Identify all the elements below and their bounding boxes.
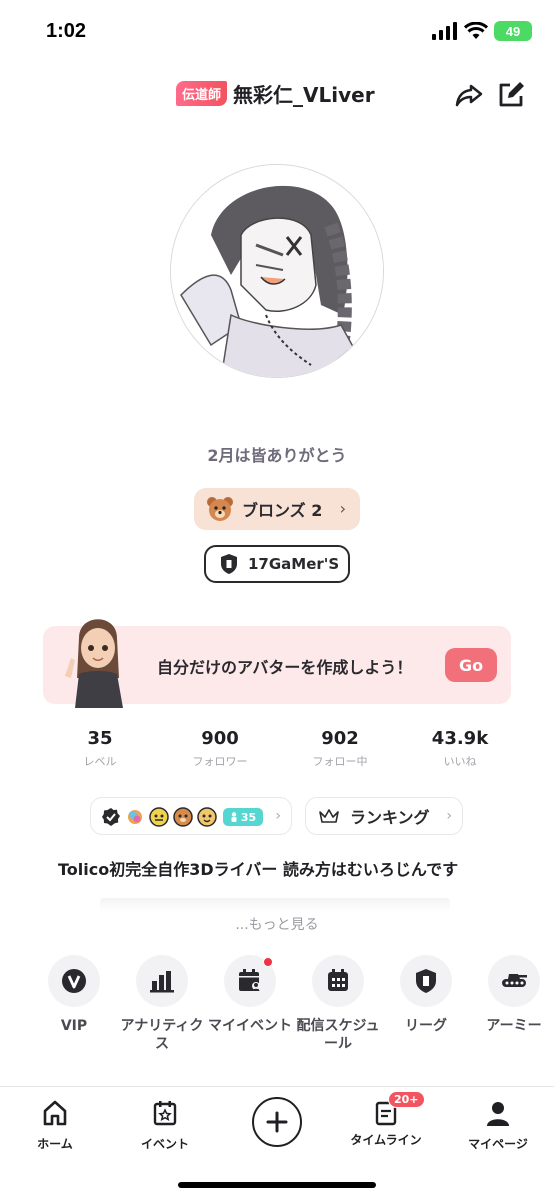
menu-item-analytics[interactable]: アナリティクス: [116, 955, 208, 1053]
menu-label: アーミー: [486, 1018, 542, 1034]
stat-label: レベル: [83, 755, 117, 768]
person-icon: [487, 1102, 509, 1126]
tab-label: タイムライン: [350, 1133, 422, 1147]
tab-label: ホーム: [37, 1137, 73, 1151]
signal-icon: [432, 22, 457, 40]
profile-tagline: 2月は皆ありがとう: [207, 446, 347, 465]
share-icon[interactable]: [454, 80, 484, 110]
stats-row: 35 レベル 900 フォロワー 902 フォロー中 43.9k いいね: [40, 728, 520, 769]
username: 無彩仁_VLiver: [233, 83, 375, 107]
stat-value: 43.9k: [431, 728, 489, 749]
event-icon: [153, 1101, 177, 1126]
chevron-right-icon: ›: [446, 808, 452, 824]
army-label: 17GaMer'S: [248, 555, 340, 573]
stat-label: フォロワー: [192, 755, 248, 768]
status-time: 1:02: [46, 20, 87, 42]
menu-item-my-event[interactable]: マイイベント: [204, 955, 296, 1035]
timeline-count-badge: 20+: [388, 1091, 425, 1108]
medal-icon: [149, 807, 169, 827]
profile-avatar[interactable]: [170, 164, 384, 378]
status-bar: 1:02 49: [0, 0, 554, 64]
wifi-icon: [464, 22, 488, 39]
analytics-icon: [136, 955, 188, 1007]
tab-label: イベント: [140, 1137, 189, 1151]
status-icons: 49: [432, 21, 532, 41]
stat-label: いいね: [443, 755, 477, 768]
avatar-character-icon: [65, 619, 123, 708]
color-drop-icon: [128, 810, 142, 824]
shield-icon: [221, 554, 237, 574]
rank-button[interactable]: ブロンズ 2 ›: [194, 488, 360, 530]
menu-label: リーグ: [405, 1018, 447, 1034]
profile-bio: Tolico初完全自作3Dライバー 読み方はむいろじんです: [58, 860, 459, 879]
tab-event[interactable]: イベント: [115, 1099, 215, 1152]
vip-icon: [48, 955, 100, 1007]
army-icon: [488, 955, 540, 1007]
chevron-right-icon: ›: [339, 499, 346, 518]
profile-header: 伝道師 無彩仁_VLiver: [0, 74, 554, 114]
cat-medal-icon: [197, 807, 217, 827]
stat-label: フォロー中: [312, 755, 368, 768]
stat-value: 900: [201, 728, 239, 749]
crown-icon: [319, 809, 339, 823]
guide-badge: 伝道師: [176, 81, 228, 106]
menu-label: アナリティクス: [120, 1018, 204, 1052]
feature-menu: VIP アナリティクス マイイベント 配信スケジュール リーグ アーミー: [28, 955, 554, 1065]
chevron-right-icon: ›: [275, 808, 281, 824]
menu-label: マイイベント: [208, 1018, 292, 1034]
bio-fade: [100, 898, 450, 912]
plus-icon: [266, 1111, 288, 1133]
rank-label: ブロンズ 2: [242, 501, 323, 520]
banner-text: 自分だけのアバターを作成しよう！: [157, 658, 413, 677]
menu-item-army[interactable]: アーミー: [468, 955, 554, 1035]
stat-followers[interactable]: 900 フォロワー: [160, 728, 280, 769]
ranking-button[interactable]: ランキング ›: [305, 797, 463, 835]
level-figure-icon: [231, 812, 237, 822]
my-event-icon: [224, 955, 276, 1007]
header-title: 伝道師 無彩仁_VLiver: [176, 79, 375, 108]
league-icon: [400, 955, 452, 1007]
stat-following[interactable]: 902 フォロー中: [280, 728, 400, 769]
level-badge: 35: [223, 808, 263, 826]
avatar-illustration: [171, 165, 383, 377]
ranking-label: ランキング: [350, 808, 430, 827]
edit-icon[interactable]: [496, 80, 526, 110]
notification-dot: [263, 957, 273, 967]
menu-item-vip[interactable]: VIP: [28, 955, 120, 1035]
tab-timeline[interactable]: 20+ タイムライン: [336, 1091, 436, 1148]
home-icon: [43, 1100, 67, 1126]
avatar-banner[interactable]: 自分だけのアバターを作成しよう！ Go: [43, 619, 511, 708]
tab-label: マイページ: [468, 1137, 528, 1151]
go-button[interactable]: Go: [445, 648, 497, 682]
show-more-link[interactable]: ...もっと見る: [0, 914, 554, 934]
verified-badge-icon: [102, 808, 120, 826]
bear-medal-icon: [173, 807, 193, 827]
menu-item-schedule[interactable]: 配信スケジュール: [292, 955, 384, 1053]
tab-home[interactable]: ホーム: [5, 1099, 105, 1152]
home-indicator: [178, 1182, 376, 1188]
badges-button[interactable]: 35 ›: [90, 797, 292, 835]
stat-likes[interactable]: 43.9k いいね: [400, 728, 520, 769]
menu-label: 配信スケジュール: [296, 1018, 380, 1052]
level-badge-value: 35: [240, 810, 257, 824]
bear-icon: [207, 497, 233, 521]
battery-indicator: 49: [494, 21, 532, 41]
menu-item-league[interactable]: リーグ: [380, 955, 472, 1035]
schedule-icon: [312, 955, 364, 1007]
stat-level[interactable]: 35 レベル: [40, 728, 160, 769]
menu-label: VIP: [60, 1018, 88, 1034]
stat-value: 902: [321, 728, 359, 749]
stat-value: 35: [87, 728, 113, 749]
tab-my-page[interactable]: マイページ: [448, 1099, 548, 1152]
create-button[interactable]: [252, 1097, 302, 1147]
army-button[interactable]: 17GaMer'S: [204, 545, 350, 583]
